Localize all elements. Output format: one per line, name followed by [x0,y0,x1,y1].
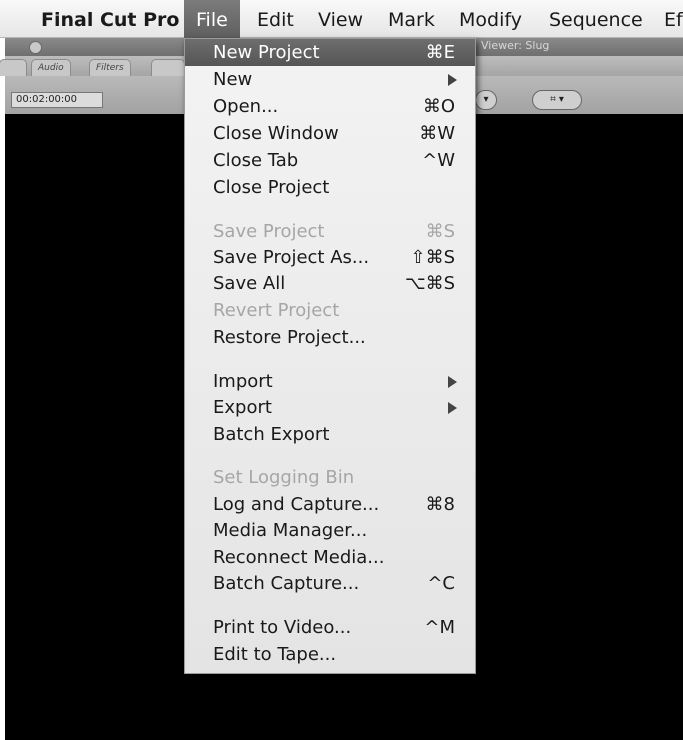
menu-bar: Final Cut Pro File Edit View Mark Modify… [0,0,683,38]
menu-item-shortcut: ⌘8 [425,494,455,515]
menu-item-shortcut: ⌘O [422,96,455,117]
menu-item-save-project: Save Project ⌘S [185,218,475,245]
view-popup-button[interactable]: ⌗ ▾ [532,90,582,110]
menu-final-cut-pro[interactable]: Final Cut Pro [41,0,179,38]
close-window-button[interactable] [29,41,42,54]
menu-item-restore-project[interactable]: Restore Project... [185,324,475,351]
menu-item-label: Close Project [213,177,330,198]
menu-item-label: Revert Project [213,300,340,321]
submenu-arrow-icon [448,74,457,86]
menu-item-shortcut: ^M [424,617,455,638]
menu-item-shortcut: ⌘S [425,221,455,242]
submenu-arrow-icon [448,376,457,388]
menu-item-label: Media Manager... [213,520,368,541]
menu-item-reconnect-media[interactable]: Reconnect Media... [185,544,475,571]
menu-item-label: Open... [213,96,279,117]
menu-item-label: Save All [213,273,286,294]
menu-item-new[interactable]: New [185,66,475,93]
timecode-duration[interactable]: 00:02:00:00 [11,92,103,108]
menu-item-batch-capture[interactable]: Batch Capture... ^C [185,570,475,597]
menu-item-label: Set Logging Bin [213,467,355,488]
menu-item-log-and-capture[interactable]: Log and Capture... ⌘8 [185,491,475,518]
file-menu-dropdown: New Project ⌘E New Open... ⌘O Close Wind… [184,38,476,674]
zoom-popup[interactable]: ▾ [475,90,497,110]
menu-item-label: Reconnect Media... [213,547,385,568]
menu-item-shortcut: ^W [422,150,455,171]
menu-item-label: Restore Project... [213,327,366,348]
menu-item-label: Batch Export [213,424,330,445]
menu-sequence[interactable]: Sequence [549,0,643,38]
submenu-arrow-icon [448,402,457,414]
menu-item-shortcut: ⌥⌘S [404,273,455,294]
menu-item-label: Print to Video... [213,617,352,638]
menu-item-import[interactable]: Import [185,368,475,395]
tab-audio[interactable]: Audio [31,59,71,76]
menu-item-label: Edit to Tape... [213,644,337,665]
menu-item-shortcut: ^C [427,573,455,594]
menu-item-label: Batch Capture... [213,573,360,594]
tab-motion[interactable] [151,59,185,76]
menu-item-set-logging-bin: Set Logging Bin [185,464,475,491]
menu-item-close-tab[interactable]: Close Tab ^W [185,147,475,174]
menu-item-media-manager[interactable]: Media Manager... [185,517,475,544]
menu-item-close-window[interactable]: Close Window ⌘W [185,120,475,147]
menu-file[interactable]: File [184,0,240,38]
menu-mark[interactable]: Mark [388,0,435,38]
tab-filters[interactable]: Filters [89,59,131,76]
menu-item-shortcut: ⌘W [419,123,455,144]
apple-menu-edge[interactable] [0,0,12,38]
menu-item-save-all[interactable]: Save All ⌥⌘S [185,270,475,297]
menu-item-revert-project: Revert Project [185,297,475,324]
menu-item-edit-to-tape[interactable]: Edit to Tape... [185,641,475,668]
menu-item-open[interactable]: Open... ⌘O [185,93,475,120]
menu-item-export[interactable]: Export [185,394,475,421]
menu-effects[interactable]: Ef [664,0,683,38]
menu-item-label: Save Project [213,221,325,242]
menu-item-label: Log and Capture... [213,494,380,515]
menu-item-label: Export [213,397,272,418]
menu-item-label: Close Window [213,123,339,144]
menu-item-save-project-as[interactable]: Save Project As... ⇧⌘S [185,244,475,271]
viewer-title: Viewer: Slug [481,39,550,52]
menu-view[interactable]: View [318,0,363,38]
menu-item-label: Save Project As... [213,247,370,268]
menu-item-close-project[interactable]: Close Project [185,174,475,201]
menu-item-batch-export[interactable]: Batch Export [185,421,475,448]
menu-item-label: New [213,69,253,90]
menu-edit[interactable]: Edit [257,0,294,38]
menu-item-label: New Project [213,42,320,63]
menu-item-shortcut: ⇧⌘S [410,247,455,268]
menu-item-label: Import [213,371,273,392]
tab-video[interactable] [0,59,27,76]
menu-item-print-to-video[interactable]: Print to Video... ^M [185,614,475,641]
menu-item-shortcut: ⌘E [425,42,455,63]
menu-item-label: Close Tab [213,150,299,171]
menu-item-new-project[interactable]: New Project ⌘E [185,39,475,66]
menu-modify[interactable]: Modify [459,0,522,38]
